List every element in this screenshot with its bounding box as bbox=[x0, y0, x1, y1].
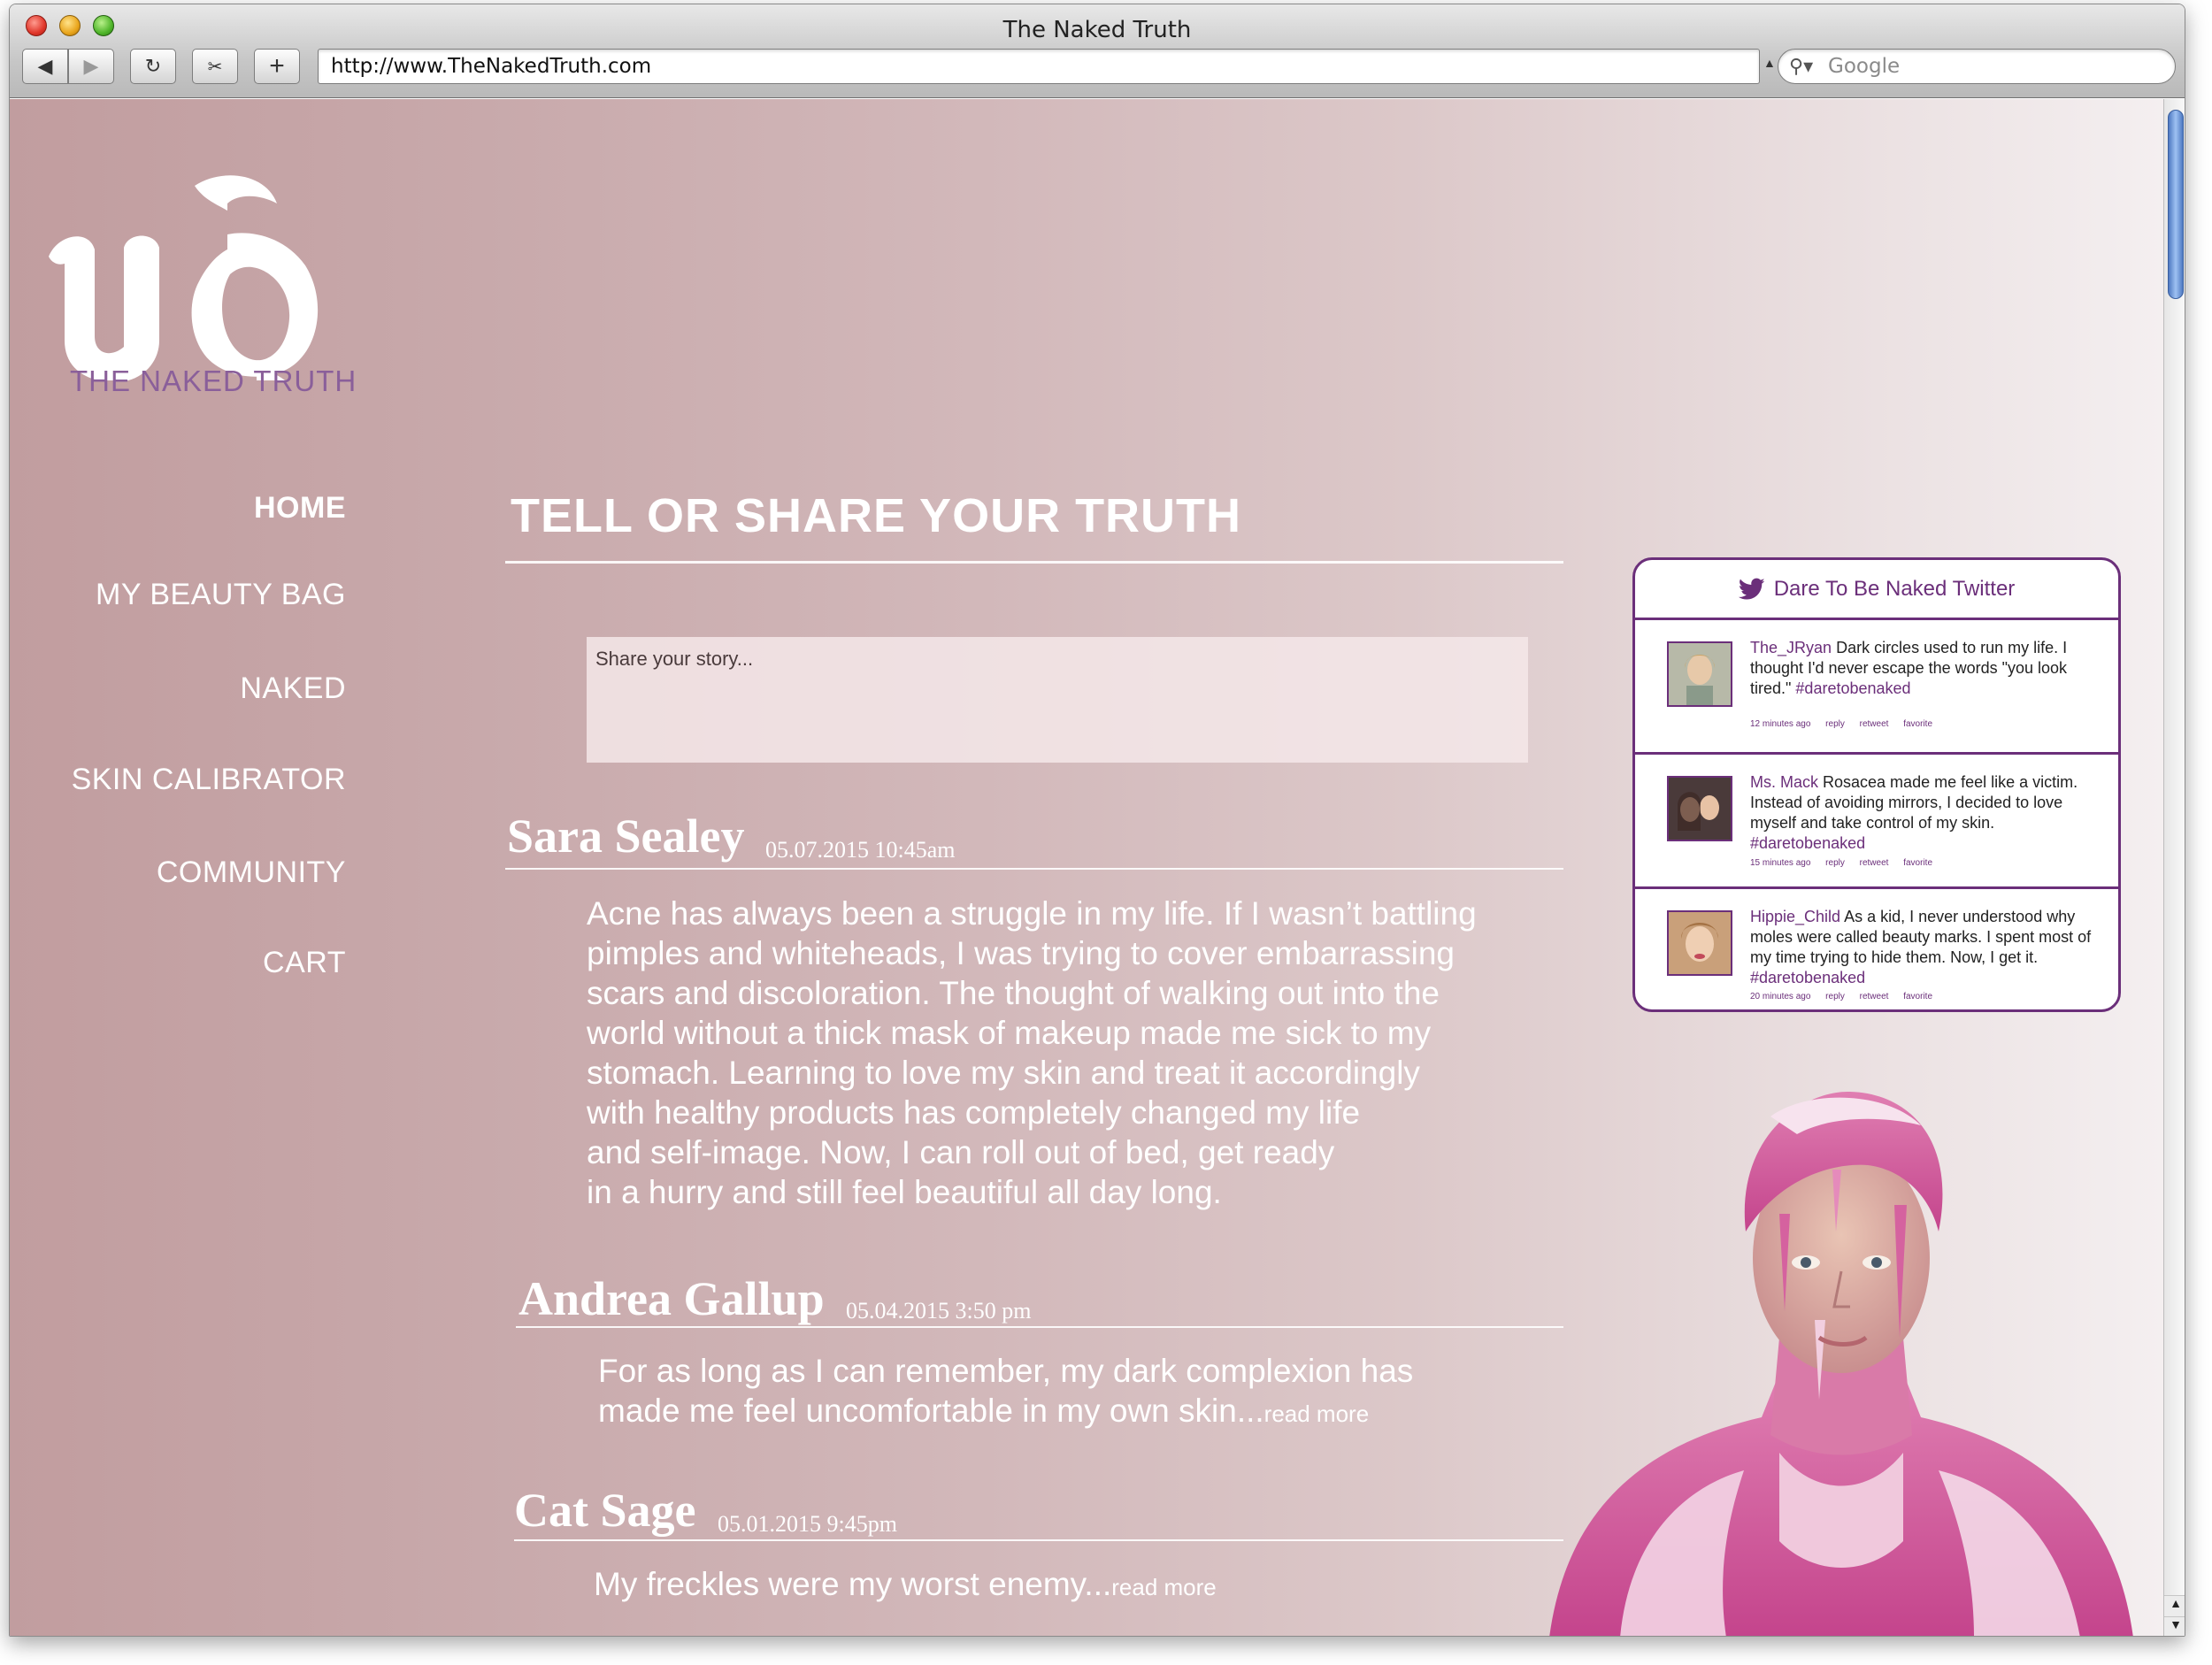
nav-item-naked[interactable]: NAKED bbox=[240, 671, 346, 706]
search-field[interactable]: ⚲▾ bbox=[1778, 49, 2176, 84]
forward-arrow-icon: ▶ bbox=[83, 55, 99, 77]
post-divider bbox=[516, 1326, 1563, 1328]
back-button[interactable]: ◀ bbox=[22, 49, 68, 84]
avatar[interactable] bbox=[1667, 910, 1732, 976]
back-arrow-icon: ◀ bbox=[37, 55, 53, 77]
paint-portrait-image bbox=[1549, 1091, 2133, 1636]
brand-logo[interactable] bbox=[40, 150, 341, 398]
tweet-retweet-link[interactable]: retweet bbox=[1860, 992, 1889, 1001]
address-bar[interactable] bbox=[318, 49, 1760, 84]
tweet-item: Ms. Mack Rosacea made me feel like a vic… bbox=[1635, 755, 2118, 889]
post-date: 05.07.2015 10:45am bbox=[765, 837, 956, 863]
snip-button[interactable]: ✂ bbox=[192, 49, 238, 84]
tweet-text: Ms. Mack Rosacea made me feel like a vic… bbox=[1750, 772, 2104, 854]
browser-toolbar: The Naked Truth ◀ ▶ ↻ ✂ + ▲ ⚲▾ bbox=[10, 4, 2185, 98]
post-body: For as long as I can remember, my dark c… bbox=[598, 1351, 1413, 1434]
add-bookmark-button[interactable]: + bbox=[254, 49, 300, 84]
post-body: Acne has always been a struggle in my li… bbox=[587, 895, 1477, 1210]
tweet-time: 20 minutes ago bbox=[1750, 992, 1811, 1001]
tweet-item: The_JRyan Dark circles used to run my li… bbox=[1635, 620, 2118, 755]
avatar-image bbox=[1669, 912, 1731, 974]
post-date: 05.04.2015 3:50 pm bbox=[846, 1298, 1032, 1324]
browser-window: The Naked Truth ◀ ▶ ↻ ✂ + ▲ ⚲▾ bbox=[9, 4, 2185, 1637]
reload-button[interactable]: ↻ bbox=[130, 49, 176, 84]
search-input[interactable] bbox=[1828, 55, 2147, 78]
scrollbar-thumb[interactable] bbox=[2168, 110, 2184, 299]
avatar[interactable] bbox=[1667, 641, 1732, 707]
tweet-hashtag[interactable]: #daretobenaked bbox=[1795, 679, 1910, 697]
address-dropdown-icon[interactable]: ▲ bbox=[1763, 56, 1776, 70]
nav-item-community[interactable]: COMMUNITY bbox=[157, 856, 346, 890]
nav-item-home[interactable]: HOME bbox=[254, 491, 346, 526]
tweet-hashtag[interactable]: #daretobenaked bbox=[1750, 834, 1865, 852]
post-author-name[interactable]: Sara Sealey bbox=[507, 809, 744, 863]
reload-icon: ↻ bbox=[144, 55, 162, 77]
plus-icon: + bbox=[269, 51, 285, 81]
tweet-favorite-link[interactable]: favorite bbox=[1903, 858, 1932, 868]
window-title: The Naked Truth bbox=[1002, 17, 1192, 43]
read-more-link[interactable]: read more bbox=[1264, 1400, 1370, 1427]
snip-icon: ✂ bbox=[207, 57, 223, 77]
tweet-favorite-link[interactable]: favorite bbox=[1903, 992, 1932, 1001]
search-icon: ⚲▾ bbox=[1789, 55, 1814, 77]
post-body-text: My freckles were my worst enemy... bbox=[594, 1566, 1112, 1602]
tweet-meta: 20 minutes ago reply retweet favorite bbox=[1750, 992, 1945, 1001]
post-divider bbox=[514, 1539, 1563, 1541]
forward-button[interactable]: ▶ bbox=[68, 49, 114, 84]
tweet-retweet-link[interactable]: retweet bbox=[1860, 719, 1889, 729]
twitter-widget: Dare To Be Naked Twitter The_JRyan Dark … bbox=[1632, 557, 2121, 1012]
nav-item-my-beauty-bag[interactable]: MY BEAUTY BAG bbox=[96, 578, 346, 612]
avatar[interactable] bbox=[1667, 776, 1732, 841]
tweet-time: 12 minutes ago bbox=[1750, 719, 1811, 729]
twitter-widget-title: Dare To Be Naked Twitter bbox=[1773, 576, 2016, 601]
brand-tagline: THE NAKED TRUTH bbox=[70, 364, 357, 397]
tweet-reply-link[interactable]: reply bbox=[1825, 858, 1845, 868]
twitter-bird-icon bbox=[1738, 578, 1765, 599]
post-body: My freckles were my worst enemy...read m… bbox=[594, 1564, 1217, 1607]
share-story-input[interactable] bbox=[587, 637, 1528, 763]
tweet-time: 15 minutes ago bbox=[1750, 858, 1811, 868]
nav-item-skin-calibrator[interactable]: SKIN CALIBRATOR bbox=[72, 763, 346, 797]
tweet-text: Hippie_Child As a kid, I never understoo… bbox=[1750, 907, 2104, 988]
tweet-item: Hippie_Child As a kid, I never understoo… bbox=[1635, 889, 2118, 1009]
avatar-image bbox=[1669, 643, 1731, 705]
tweet-hashtag[interactable]: #daretobenaked bbox=[1750, 969, 1865, 986]
tweet-username[interactable]: Hippie_Child bbox=[1750, 908, 1840, 925]
tweet-text: The_JRyan Dark circles used to run my li… bbox=[1750, 638, 2104, 699]
nav-item-cart[interactable]: CART bbox=[263, 946, 346, 980]
twitter-widget-header[interactable]: Dare To Be Naked Twitter bbox=[1635, 560, 2118, 620]
tweet-favorite-link[interactable]: favorite bbox=[1903, 719, 1932, 729]
post-date: 05.01.2015 9:45pm bbox=[718, 1511, 897, 1537]
tweet-username[interactable]: Ms. Mack bbox=[1750, 773, 1818, 791]
tweet-retweet-link[interactable]: retweet bbox=[1860, 858, 1889, 868]
post-author-name[interactable]: Cat Sage bbox=[514, 1483, 695, 1538]
read-more-link[interactable]: read more bbox=[1111, 1574, 1217, 1600]
page-viewport: THE NAKED TRUTH HOME MY BEAUTY BAG NAKED… bbox=[10, 99, 2163, 1636]
scroll-down-icon[interactable]: ▼ bbox=[2164, 1616, 2185, 1636]
post-divider bbox=[505, 868, 1563, 870]
tweet-meta: 15 minutes ago reply retweet favorite bbox=[1750, 858, 1945, 868]
scroll-up-icon[interactable]: ▲ bbox=[2164, 1595, 2185, 1616]
tweet-meta: 12 minutes ago reply retweet favorite bbox=[1750, 719, 1945, 729]
ud-logo-mark bbox=[49, 175, 319, 398]
tweet-reply-link[interactable]: reply bbox=[1825, 992, 1845, 1001]
post-author-name[interactable]: Andrea Gallup bbox=[518, 1271, 825, 1326]
avatar-image bbox=[1669, 778, 1731, 840]
tweet-username[interactable]: The_JRyan bbox=[1750, 639, 1832, 656]
heading-divider bbox=[505, 561, 1563, 564]
page-title: TELL OR SHARE YOUR TRUTH bbox=[511, 489, 1242, 542]
tweet-reply-link[interactable]: reply bbox=[1825, 719, 1845, 729]
vertical-scrollbar[interactable]: ▲ ▼ bbox=[2163, 99, 2185, 1636]
